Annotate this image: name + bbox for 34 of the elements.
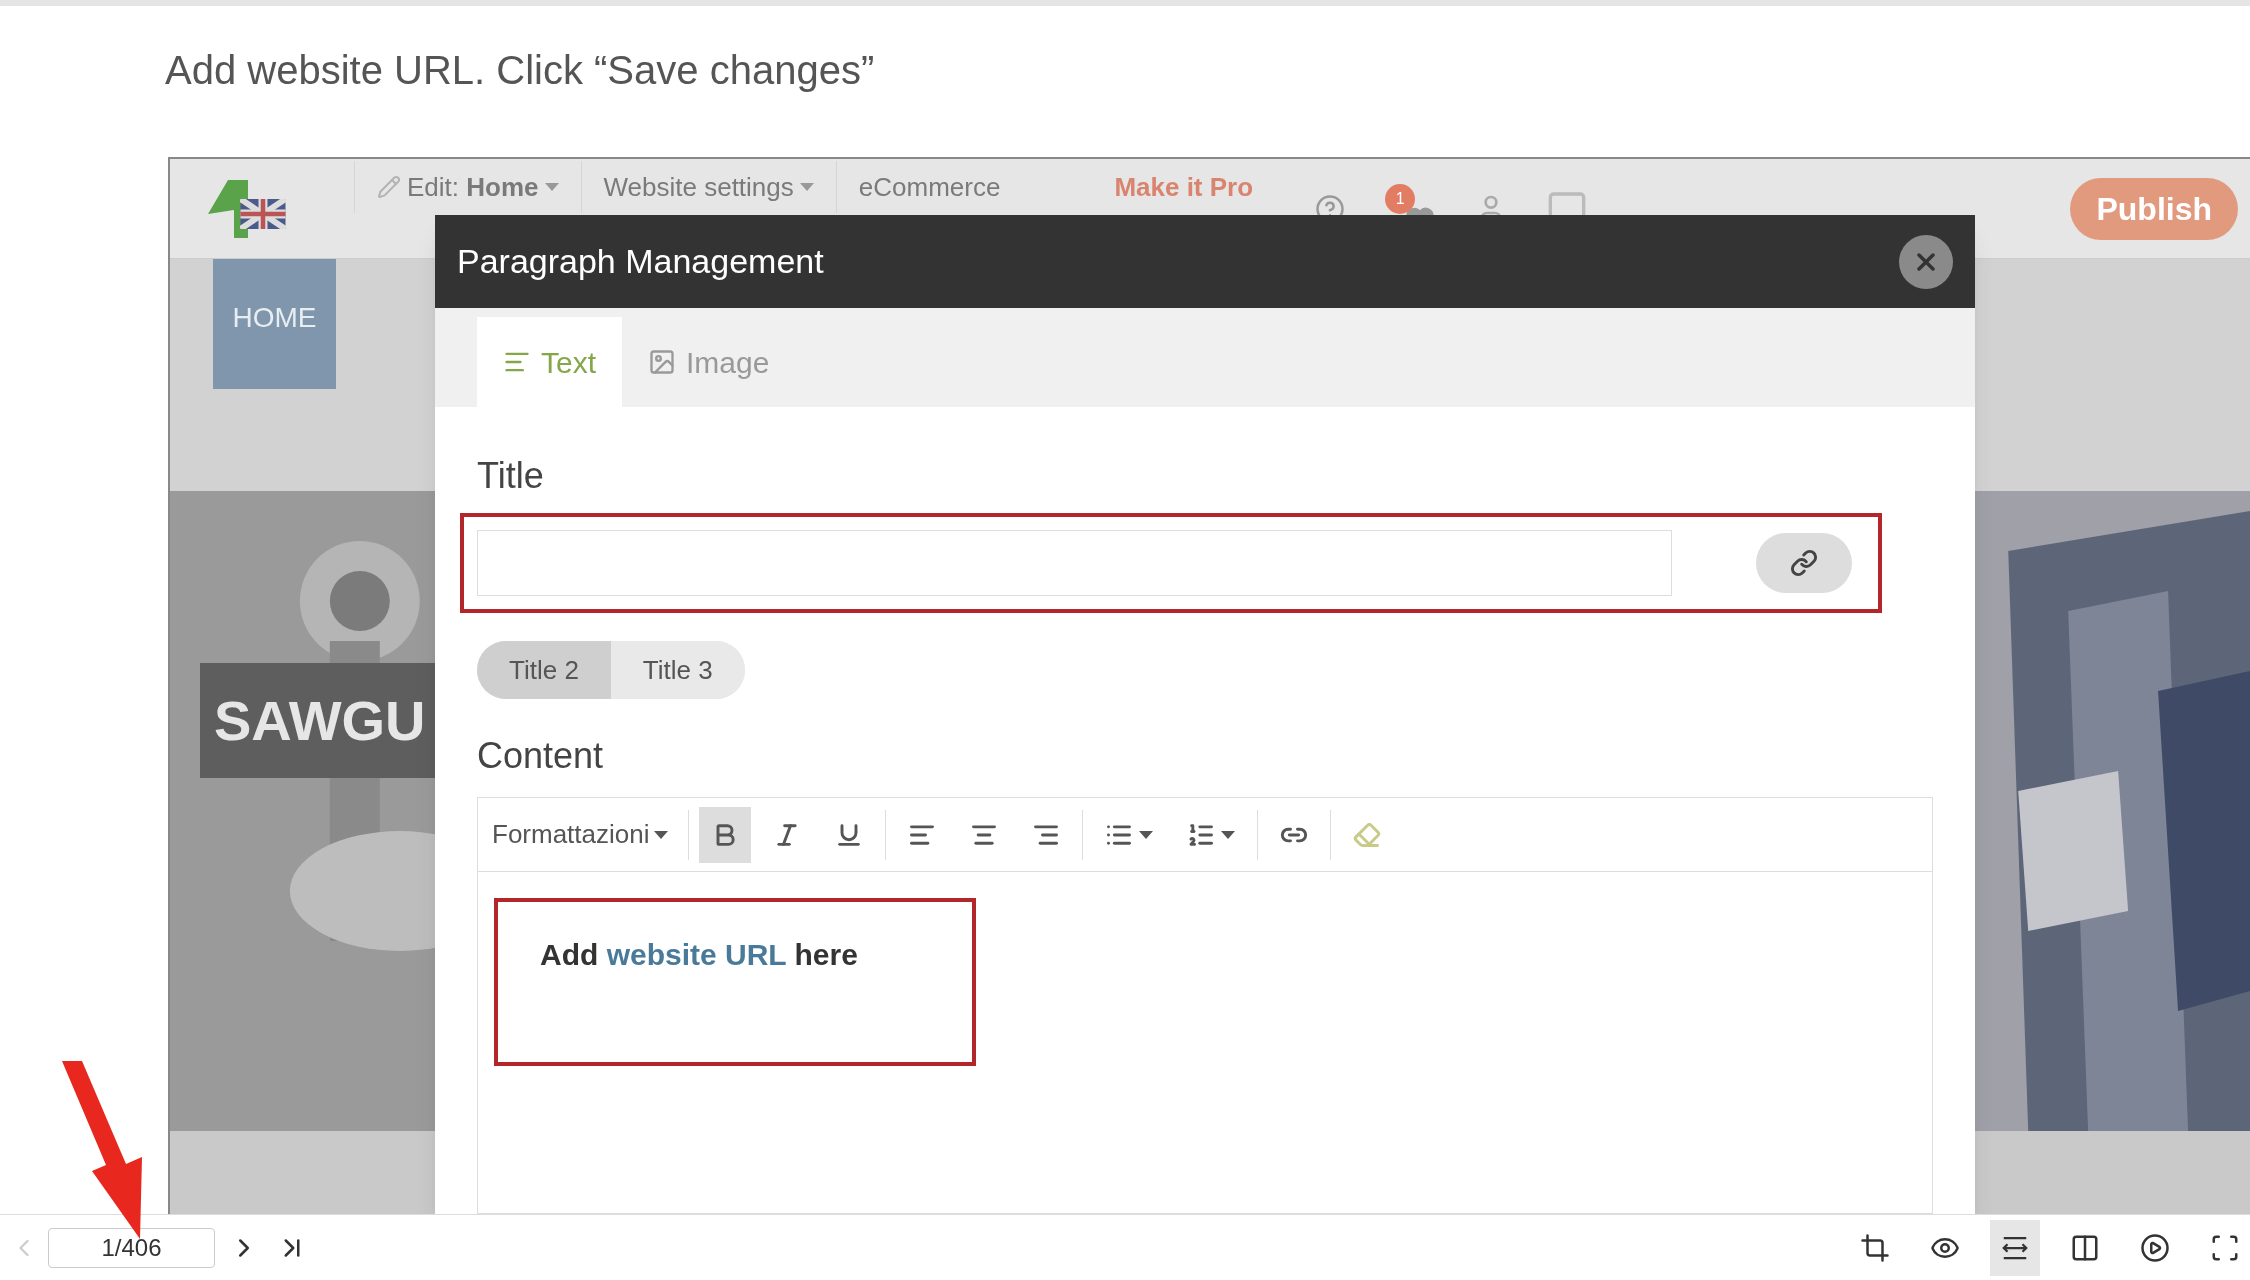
flag-icon — [240, 199, 286, 229]
nav-menu-item[interactable]: Make it Pro — [1092, 161, 1276, 213]
play-icon — [2140, 1232, 2170, 1263]
content-text: Add website URL here — [540, 937, 859, 973]
instruction-text: Add website URL. Click “Save changes” — [165, 48, 875, 92]
caret-icon — [653, 830, 668, 839]
image-icon — [648, 348, 677, 376]
hero-heading: SAWGU — [214, 687, 426, 754]
link[interactable]: website URL — [606, 938, 787, 971]
caret-icon — [1220, 830, 1235, 839]
nav-menu-item[interactable]: Edit: Home — [354, 161, 581, 213]
format-dropdown[interactable]: Formattazioni — [492, 815, 678, 854]
dialog-tab[interactable]: Image — [622, 317, 796, 407]
caret-icon — [1138, 830, 1153, 839]
publish-button[interactable]: Publish — [2070, 177, 2238, 240]
eraser-icon — [1352, 820, 1381, 849]
home-tile[interactable]: HOME — [213, 259, 336, 389]
nav-menu-item[interactable]: Website settings — [580, 161, 836, 213]
title-input-field[interactable] — [477, 530, 1672, 596]
nav-menu-item[interactable]: eCommerce — [835, 161, 1023, 213]
link-icon — [1790, 549, 1818, 577]
pencil-icon — [377, 175, 401, 199]
link-button[interactable] — [1756, 533, 1852, 593]
page-number-field[interactable]: 1/406 — [48, 1227, 215, 1268]
fit-width-button[interactable] — [1990, 1219, 2040, 1276]
field-label: Content — [477, 734, 605, 778]
heading-level-toggle[interactable]: Title 2 — [477, 641, 611, 699]
dialog-tab[interactable]: Text — [477, 317, 623, 407]
close-button[interactable] — [1899, 234, 1953, 289]
dialog-title: Paragraph Management — [457, 241, 824, 282]
field-label: Title — [477, 454, 545, 498]
bold-button[interactable] — [698, 806, 751, 863]
notification-badge: 1 — [1385, 183, 1416, 214]
crop-icon — [1860, 1232, 1890, 1263]
